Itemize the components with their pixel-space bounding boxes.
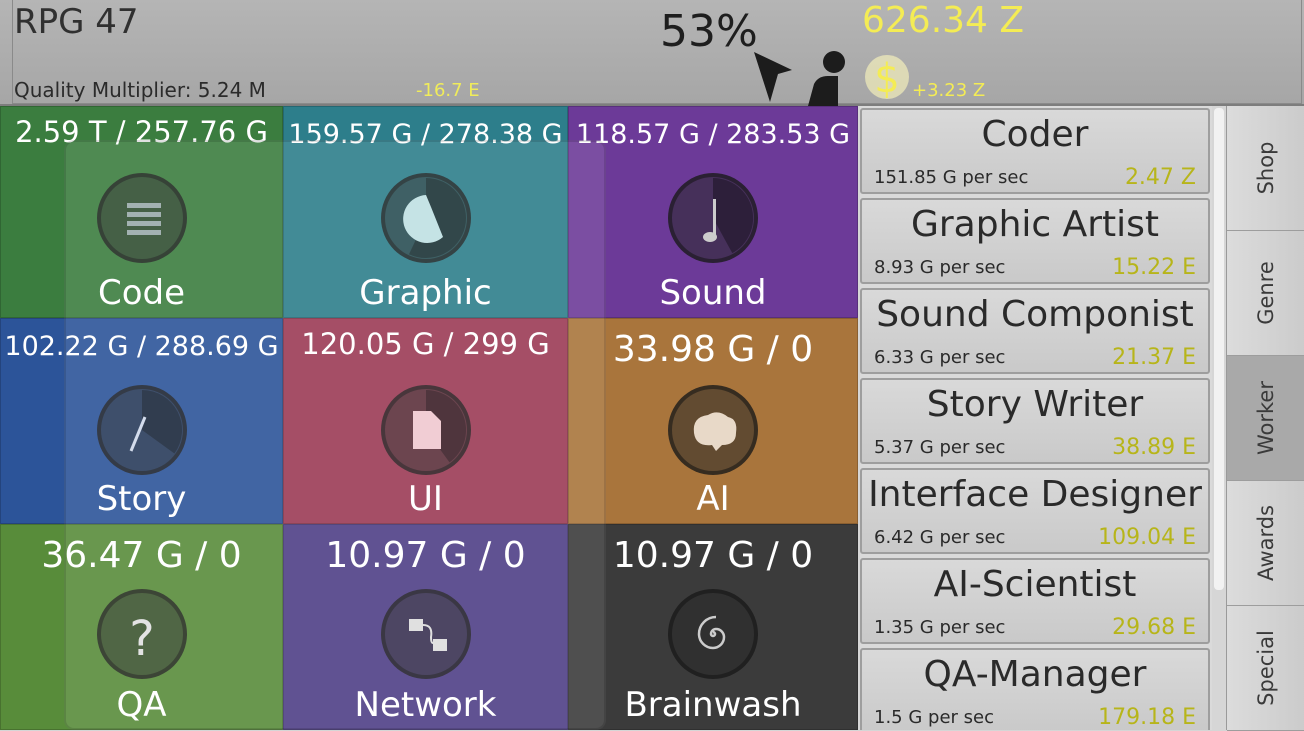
tile-label: Sound bbox=[659, 273, 767, 313]
tab-special[interactable]: Special bbox=[1227, 606, 1304, 731]
top-status-bar: RPG 47 Quality Multiplier: 5.24 M -16.7 … bbox=[0, 0, 1304, 106]
worker-list[interactable]: Coder 151.85 G per sec 2.47 Z Graphic Artis… bbox=[860, 106, 1212, 730]
worker-rate: 6.33 G per sec bbox=[874, 347, 1006, 368]
tile-label: Network bbox=[354, 685, 497, 725]
tile-value: 159.57 G / 278.38 G bbox=[288, 119, 563, 150]
worker-list-scrollbar[interactable] bbox=[1214, 108, 1224, 590]
worker-rate: 1.5 G per sec bbox=[874, 707, 994, 728]
worker-rate: 151.85 G per sec bbox=[874, 167, 1029, 188]
worker-cost: 2.47 Z bbox=[1124, 165, 1196, 190]
tile-code[interactable]: 2.59 T / 257.76 G Code bbox=[0, 106, 283, 318]
graphic-icon bbox=[402, 178, 466, 258]
tile-ui[interactable]: 120.05 G / 299 G UI bbox=[283, 318, 568, 524]
quality-multiplier: Quality Multiplier: 5.24 M bbox=[14, 78, 266, 102]
worker-card-qa-manager[interactable]: QA-Manager 1.5 G per sec 179.18 E bbox=[860, 648, 1210, 730]
ui-icon bbox=[412, 389, 466, 463]
worker-rate: 6.42 G per sec bbox=[874, 527, 1006, 548]
tile-progress-disc: ? bbox=[96, 589, 187, 679]
tile-brainwash[interactable]: 10.97 G / 0 Brainwash bbox=[568, 524, 858, 730]
tab-shop[interactable]: Shop bbox=[1227, 106, 1304, 231]
worker-rate: 5.37 G per sec bbox=[874, 437, 1006, 458]
worker-name: AI-Scientist bbox=[933, 564, 1137, 605]
worker-rate: 8.93 G per sec bbox=[874, 257, 1006, 278]
worker-name: Graphic Artist bbox=[910, 204, 1160, 245]
tile-story[interactable]: 102.22 G / 288.69 G Story bbox=[0, 318, 283, 524]
money-total: 626.34 Z bbox=[862, 0, 1025, 41]
tile-sound[interactable]: 118.57 G / 283.53 G Sound bbox=[568, 106, 858, 318]
worker-cost: 15.22 E bbox=[1112, 255, 1196, 280]
brain-icon bbox=[693, 412, 737, 451]
worker-card-sound-componist[interactable]: Sound Componist 6.33 G per sec 21.37 E bbox=[860, 288, 1210, 374]
tile-ai[interactable]: 33.98 G / 0 AI bbox=[568, 318, 858, 524]
tile-value: 36.47 G / 0 bbox=[41, 535, 242, 576]
network-icon bbox=[408, 619, 447, 651]
energy-rate: -16.7 E bbox=[416, 80, 480, 101]
tile-network[interactable]: 10.97 G / 0 Network bbox=[283, 524, 568, 730]
tile-value: 102.22 G / 288.69 G bbox=[4, 331, 279, 362]
tile-progress-disc bbox=[96, 385, 187, 475]
tile-progress-disc bbox=[668, 385, 758, 475]
tile-graphic[interactable]: 159.57 G / 278.38 G Graphic bbox=[283, 106, 568, 318]
tile-progress-disc bbox=[380, 589, 471, 679]
worker-card-graphic-artist[interactable]: Graphic Artist 8.93 G per sec 15.22 E bbox=[860, 198, 1210, 284]
svg-text:?: ? bbox=[129, 611, 154, 667]
worker-name: Sound Componist bbox=[876, 294, 1194, 335]
tile-value: 10.97 G / 0 bbox=[325, 535, 526, 576]
tab-label: Shop bbox=[1254, 141, 1278, 195]
tile-label: Brainwash bbox=[624, 685, 802, 725]
tile-value: 120.05 G / 299 G bbox=[301, 327, 550, 361]
tile-progress-disc bbox=[380, 385, 471, 475]
tile-progress-disc bbox=[668, 173, 758, 263]
tab-label: Awards bbox=[1254, 504, 1278, 582]
tile-progress-disc bbox=[668, 589, 758, 679]
story-icon bbox=[129, 390, 182, 454]
worker-card-story-writer[interactable]: Story Writer 5.37 G per sec 38.89 E bbox=[860, 378, 1210, 464]
worker-cost: 21.37 E bbox=[1112, 345, 1196, 370]
worker-card-interface-designer[interactable]: Interface Designer 6.42 G per sec 109.04 E bbox=[860, 468, 1210, 554]
worker-name: Story Writer bbox=[926, 384, 1144, 425]
spiral-icon bbox=[697, 615, 726, 650]
worker-name: Coder bbox=[981, 114, 1089, 155]
tile-label: QA bbox=[116, 685, 167, 725]
tile-progress-disc bbox=[380, 173, 471, 263]
side-tabs: Shop Genre Worker Awards Special bbox=[1226, 106, 1304, 731]
tile-value: 118.57 G / 283.53 G bbox=[575, 119, 851, 150]
tile-label: Graphic bbox=[359, 273, 492, 313]
tile-qa[interactable]: 36.47 G / 0? QA bbox=[0, 524, 283, 730]
tile-label: AI bbox=[696, 479, 730, 519]
tile-label: UI bbox=[408, 479, 443, 519]
worker-name: Interface Designer bbox=[868, 474, 1202, 515]
worker-cost: 179.18 E bbox=[1098, 705, 1196, 730]
tile-value: 10.97 G / 0 bbox=[612, 535, 814, 576]
worker-cost: 109.04 E bbox=[1098, 525, 1196, 550]
tab-label: Genre bbox=[1254, 261, 1278, 325]
tile-value: 33.98 G / 0 bbox=[612, 329, 814, 370]
sound-icon bbox=[703, 177, 754, 254]
person-icon bbox=[804, 50, 852, 110]
code-icon bbox=[126, 203, 161, 235]
game-title: RPG 47 bbox=[14, 2, 139, 42]
skill-grid: 2.59 T / 257.76 G Code 159.57 G / 278.38 G… bbox=[0, 106, 858, 730]
progress-percent: 53% bbox=[660, 6, 758, 57]
worker-name: QA-Manager bbox=[923, 654, 1147, 695]
dollar-icon: $ bbox=[862, 52, 912, 102]
tile-label: Story bbox=[96, 479, 187, 519]
worker-cost: 38.89 E bbox=[1112, 435, 1196, 460]
tab-label: Special bbox=[1254, 630, 1278, 706]
tab-worker[interactable]: Worker bbox=[1227, 356, 1304, 481]
tab-label: Worker bbox=[1254, 381, 1278, 455]
tab-awards[interactable]: Awards bbox=[1227, 481, 1304, 606]
worker-rate: 1.35 G per sec bbox=[874, 617, 1006, 638]
tile-label: Code bbox=[97, 273, 186, 313]
tile-progress-disc bbox=[96, 173, 187, 263]
worker-card-ai-scientist[interactable]: AI-Scientist 1.35 G per sec 29.68 E bbox=[860, 558, 1210, 644]
question-icon: ? bbox=[129, 611, 154, 667]
tab-genre[interactable]: Genre bbox=[1227, 231, 1304, 356]
worker-card-coder[interactable]: Coder 151.85 G per sec 2.47 Z bbox=[860, 108, 1210, 194]
dollar-symbol: $ bbox=[874, 56, 899, 102]
money-rate: +3.23 Z bbox=[912, 80, 986, 101]
cursor-icon bbox=[752, 48, 796, 108]
worker-cost: 29.68 E bbox=[1112, 615, 1196, 640]
tile-value: 2.59 T / 257.76 G bbox=[15, 115, 268, 149]
